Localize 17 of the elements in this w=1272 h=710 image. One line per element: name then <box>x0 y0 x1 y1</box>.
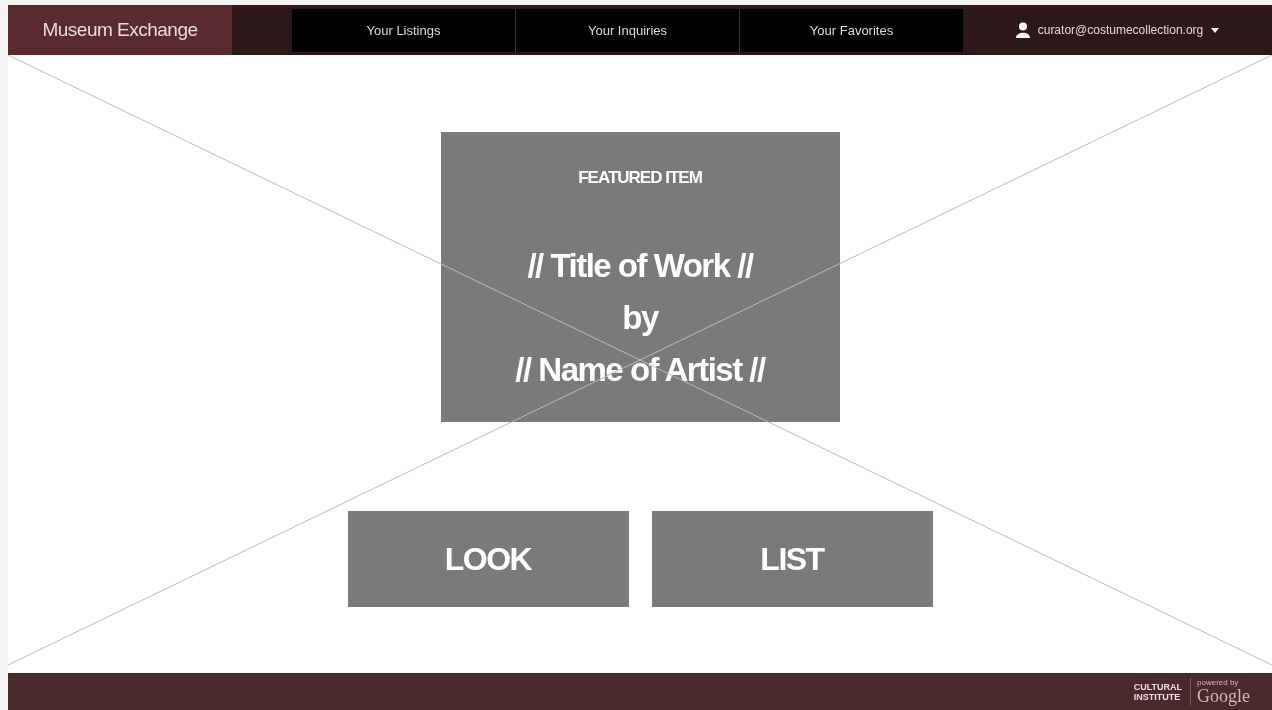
nav-link[interactable]: Your Inquiries <box>516 9 740 52</box>
featured-text: // Name of Artist // <box>515 350 765 390</box>
powered-by-text: powered by <box>1197 678 1240 687</box>
user-email[interactable]: curator@costumecollection.org <box>1037 23 1204 37</box>
brand-name[interactable]: Museum Exchange <box>8 5 232 55</box>
google-text: Google <box>1197 687 1250 705</box>
featured-text: by <box>622 298 658 338</box>
action-button[interactable]: LOOK <box>347 511 629 607</box>
action-button[interactable]: LIST <box>651 511 933 607</box>
logo-text: CULTURAL INSTITUTE <box>1133 681 1182 702</box>
featured-text: // Title of Work // <box>527 246 753 286</box>
user-icon <box>1015 22 1030 38</box>
caret-icon[interactable] <box>1211 27 1220 33</box>
nav-link[interactable]: Your Favorites <box>740 9 963 52</box>
nav-link[interactable]: Your Listings <box>292 9 516 52</box>
featured-item-card[interactable]: FEATURED ITEM // Title of Work // by // Name of Artist // <box>440 132 840 422</box>
featured-heading: FEATURED ITEM <box>578 168 702 188</box>
